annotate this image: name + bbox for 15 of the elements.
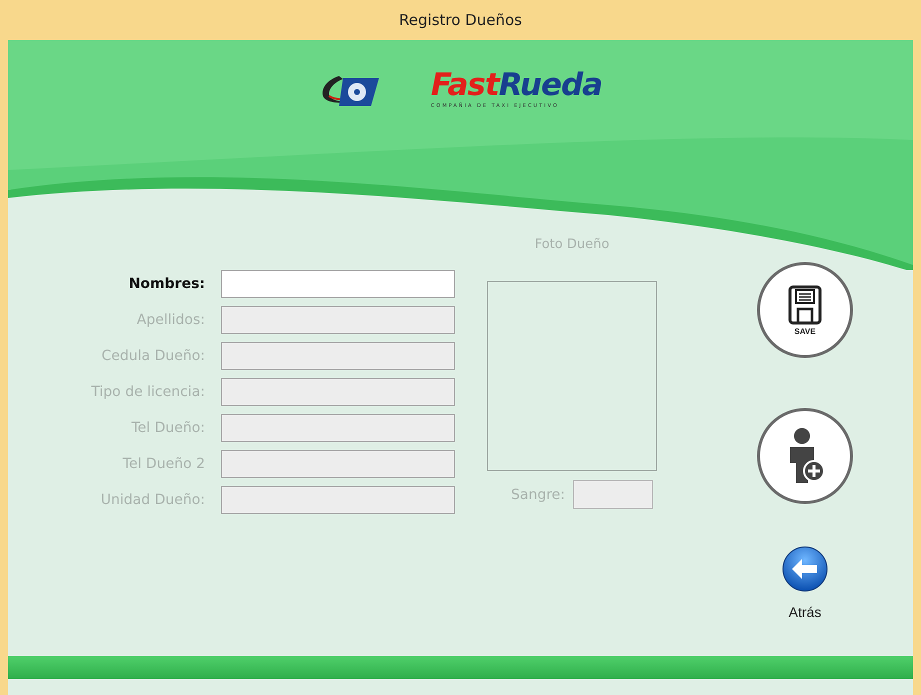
field-label: Unidad Dueño: [100, 492, 205, 508]
field-label: Tel Dueño 2 [122, 456, 205, 472]
photo-caption: Foto Dueño [534, 236, 610, 254]
back-button[interactable]: Atrás [782, 546, 828, 620]
brand-logo-text: FastRueda [430, 70, 602, 101]
field-label: Tel Dueño: [130, 420, 205, 436]
text-field[interactable] [221, 270, 455, 298]
field-label: Nombres: [128, 276, 205, 292]
photo-frame[interactable] [487, 281, 657, 471]
field-label: Cedula Dueño: [100, 348, 205, 364]
window-title: Registro Dueños [399, 11, 522, 29]
save-button[interactable]: SAVE [757, 262, 853, 358]
field-label: Sangre: [510, 486, 565, 502]
field-label: Tipo de licencia: [90, 384, 205, 400]
field-label: Apellidos: [136, 312, 205, 328]
